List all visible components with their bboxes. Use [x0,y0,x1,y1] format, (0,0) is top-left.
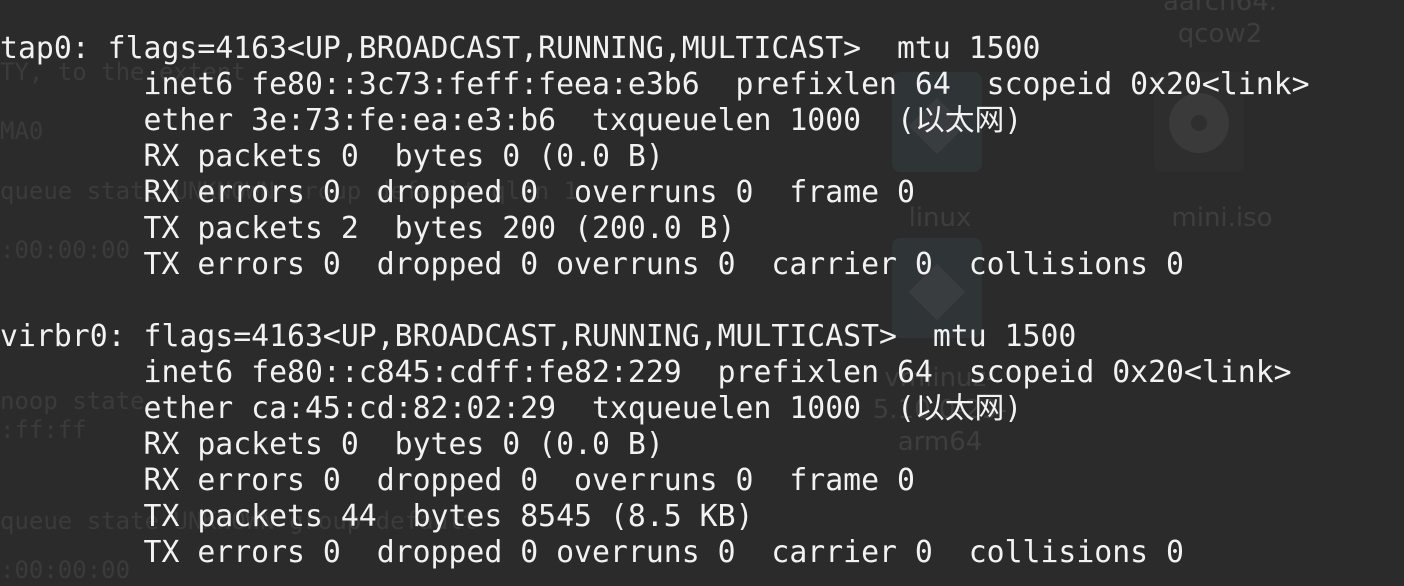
terminal-line: TX packets 2 bytes 200 (200.0 B) [0,211,736,246]
terminal-line: RX packets 0 bytes 0 (0.0 B) [0,139,664,174]
terminal-line: inet6 fe80::c845:cdff:fe82:229 prefixlen… [0,355,1292,390]
terminal-line: ether 3e:73:fe:ea:e3:b6 txqueuelen 1000 … [0,103,1023,138]
terminal-line: RX packets 0 bytes 0 (0.0 B) [0,427,664,462]
terminal-output[interactable]: tap0: flags=4163<UP,BROADCAST,RUNNING,MU… [0,31,1310,571]
terminal-line: tap0: flags=4163<UP,BROADCAST,RUNNING,MU… [0,31,1041,66]
terminal-line: ether ca:45:cd:82:02:29 txqueuelen 1000 … [0,391,1023,426]
terminal-line: TX packets 44 bytes 8545 (8.5 KB) [0,499,754,534]
terminal-line: RX errors 0 dropped 0 overruns 0 frame 0 [0,175,915,210]
terminal-line: RX errors 0 dropped 0 overruns 0 frame 0 [0,463,915,498]
terminal-line: TX errors 0 dropped 0 overruns 0 carrier… [0,535,1185,570]
terminal-line: inet6 fe80::3c73:feff:feea:e3b6 prefixle… [0,67,1310,102]
terminal-line: TX errors 0 dropped 0 overruns 0 carrier… [0,247,1185,282]
terminal-line: virbr0: flags=4163<UP,BROADCAST,RUNNING,… [0,319,1077,354]
